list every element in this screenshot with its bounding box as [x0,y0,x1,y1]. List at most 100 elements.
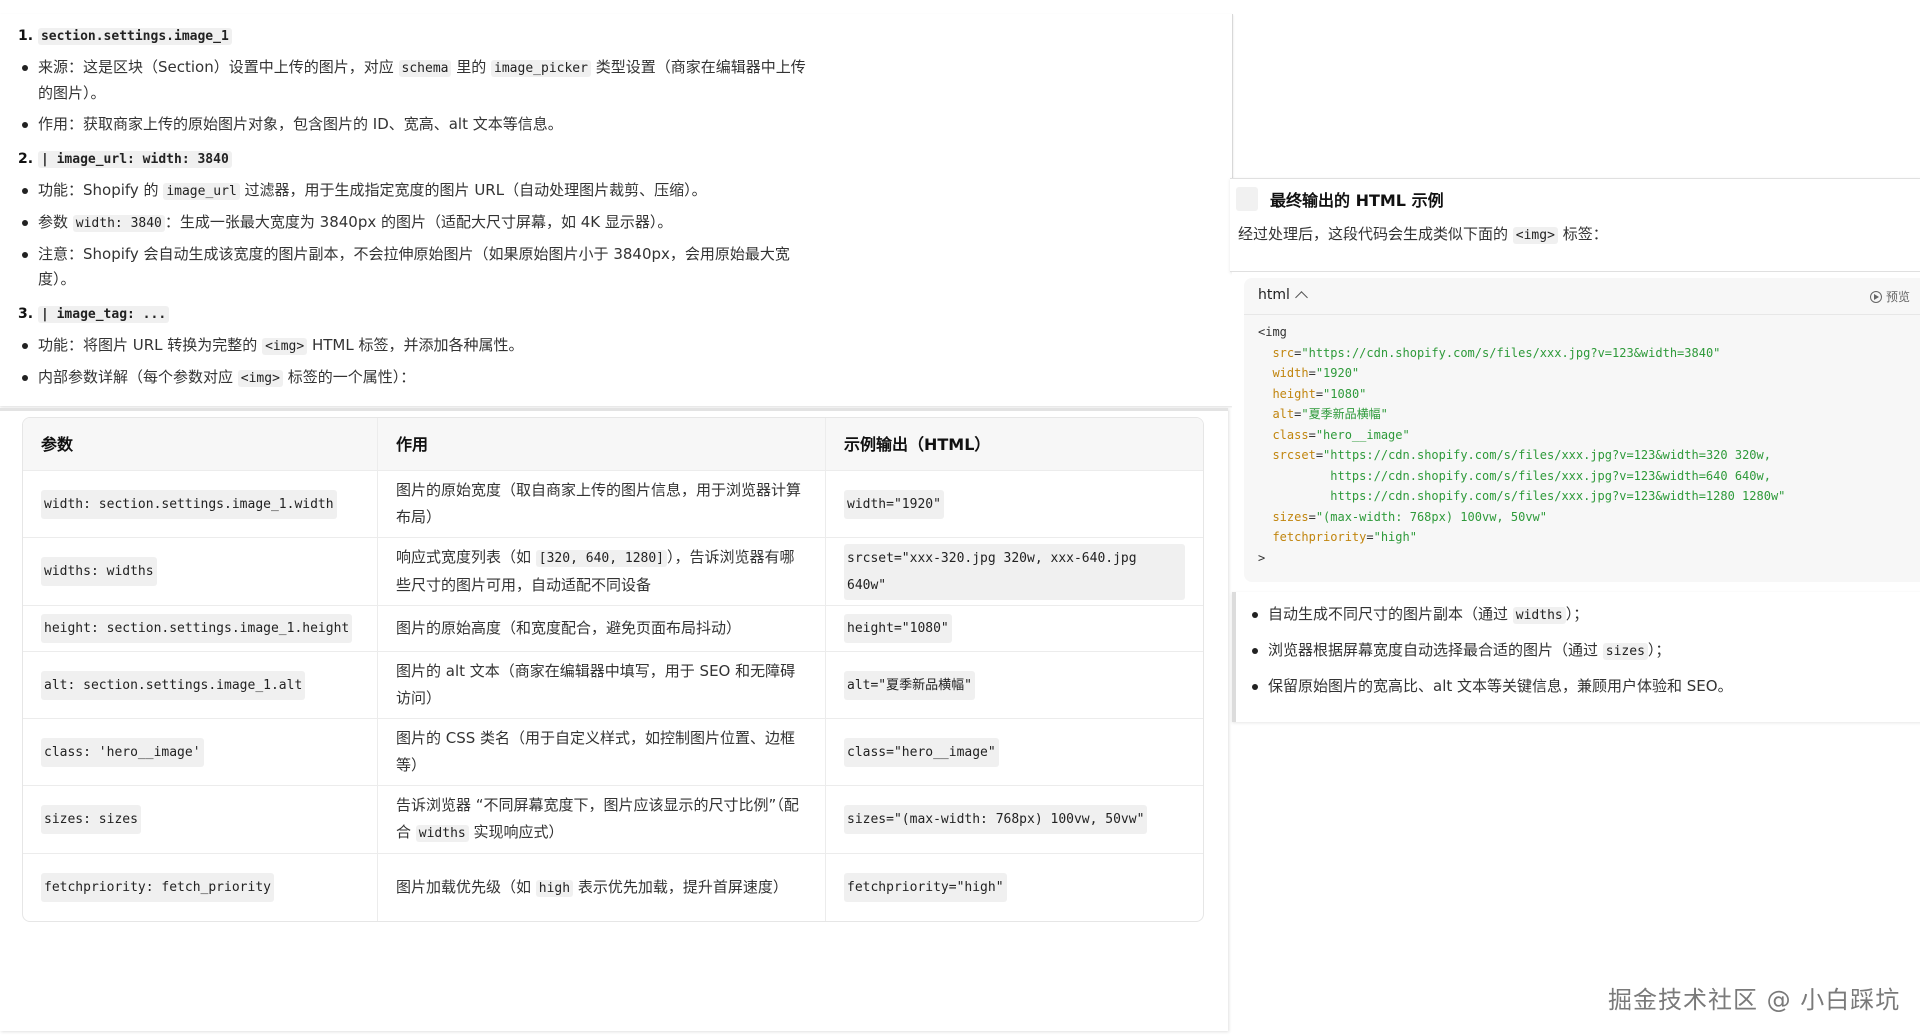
bullet-item: 内部参数详解（每个参数对应 <img> 标签的一个属性）： [18,365,818,391]
param-code: widths: widths [41,557,157,586]
bullet-text: 标签的一个属性）： [282,368,416,386]
list-number: 2. [18,151,34,167]
table-row: fetchpriority: fetch_priority 图片加载优先级（如 … [23,853,1203,921]
bullet-item: 参数 width: 3840 ：生成一张最大宽度为 3840px 的图片（适配大尺… [18,210,818,236]
output-code: sizes="(max-width: 768px) 100vw, 50vw" [844,805,1148,834]
summary-list: 自动生成不同尺寸的图片副本（通过 widths）； 浏览器根据屏幕宽度自动选择最… [1248,602,1908,708]
heading-text: 最终输出的 HTML 示例 [1270,191,1444,210]
param-cell: sizes: sizes [23,786,377,853]
inline-code: schema [398,60,452,77]
effect-cell: 告诉浏览器 “不同屏幕宽度下，图片应该显示的尺寸比例”（配合 widths 实现… [377,786,825,853]
section-heading: 最终输出的 HTML 示例 [1236,187,1444,211]
inline-code: widths [415,825,469,842]
inline-code: image_url [163,183,240,200]
bullet-item: 功能：将图片 URL 转换为完整的 <img> HTML 标签，并添加各种属性。 [18,333,818,359]
table-row: widths: widths 响应式宽度列表（如 [320, 640, 1280… [23,537,1203,605]
param-cell: widths: widths [23,538,377,605]
code-tag-open: <img [1258,325,1287,339]
preview-button[interactable]: 预览 [1869,288,1910,305]
inline-code: image_picker [491,60,591,77]
code-attr-name: height [1272,386,1316,401]
list-item: 自动生成不同尺寸的图片副本（通过 widths）； [1248,602,1908,628]
output-cell: width="1920" [825,471,1203,537]
list-number: 3. [18,306,34,322]
list-item-text: 自动生成不同尺寸的图片副本（通过 [1268,605,1513,623]
output-cell: height="1080" [825,606,1203,651]
bullet-text: 注意：Shopify 会自动生成该宽度的图片副本，不会拉伸原始图片（如果原始图片… [38,245,790,288]
param-code: height: section.settings.image_1.height [41,614,353,643]
bullet-text: 里的 [451,58,492,76]
code-toolbar: html 预览 [1244,278,1920,315]
list-item-text: 保留原始图片的宽高比、alt 文本等关键信息，兼顾用户体验和 SEO。 [1268,677,1733,695]
code-attr-value: "(max-width: 768px) 100vw, 50vw" [1315,509,1547,524]
bullet-text: 内部参数详解（每个参数对应 [38,368,238,386]
output-code: alt="夏季新品横幅" [844,670,975,700]
param-cell: height: section.settings.image_1.height [23,606,377,651]
param-code: width: section.settings.image_1.width [41,489,337,519]
numbered-heading-1: 1. section.settings.image_1 [18,26,818,47]
output-cell: alt="夏季新品横幅" [825,652,1203,718]
param-code: fetchpriority: fetch_priority [41,873,274,902]
inline-code: <img> [237,370,283,387]
play-circle-icon [1869,290,1882,303]
bullet-item: 来源：这是区块（Section）设置中上传的图片，对应 schema 里的 im… [18,55,818,106]
output-code: class="hero__image" [844,737,999,767]
list-number: 1. [18,28,34,44]
effect-text: 表示优先加载，提升首屏速度） [573,877,788,896]
effect-cell: 图片加载优先级（如 high 表示优先加载，提升首屏速度） [377,854,825,921]
bullet-text: 作用：获取商家上传的原始图片对象，包含图片的 ID、宽高、alt 文本等信息。 [38,115,563,133]
bullet-text: 过滤器，用于生成指定宽度的图片 URL（自动处理图片裁剪、压缩）。 [239,181,707,199]
inline-code: [320, 640, 1280] [535,550,668,567]
description-text: 标签： [1557,225,1608,243]
code-block: html 预览 <img src="https://cdn.shopify.co… [1244,278,1920,582]
heading-marker-icon [1236,187,1258,211]
param-cell: fetchpriority: fetch_priority [23,854,377,921]
chevron-up-icon [1295,291,1308,304]
code-attr-value: "high" [1373,530,1417,544]
param-cell: class: 'hero__image' [23,719,377,785]
code-content: <img src="https://cdn.shopify.com/s/file… [1258,325,1786,565]
code-attr-value: "hero__image" [1315,427,1410,442]
bullet-item: 功能：Shopify 的 image_url 过滤器，用于生成指定宽度的图片 U… [18,178,818,204]
bullet-text: HTML 标签，并添加各种属性。 [307,336,524,354]
inline-code: section.settings.image_1 [37,28,232,45]
preview-label: 预览 [1885,290,1910,304]
bullet-item: 注意：Shopify 会自动生成该宽度的图片副本，不会拉伸原始图片（如果原始图片… [18,242,818,292]
params-table-panel: 参数 作用 示例输出（HTML） width: section.settings… [0,408,1228,1031]
inline-code: width: 3840 [72,215,165,232]
effect-cell: 图片的原始宽度（取自商家上传的图片信息，用于浏览器计算布局） [377,471,825,537]
description-text: 经过处理后，这段代码会生成类似下面的 [1238,225,1513,243]
inline-code: <img> [1512,227,1558,244]
output-cell: class="hero__image" [825,719,1203,785]
code-language-toggle[interactable]: html [1258,287,1308,304]
inline-code: widths [1512,607,1566,624]
effect-text: 实现响应式） [468,823,564,841]
code-attr-name: width [1272,366,1309,380]
code-attr-value: "1920" [1315,366,1360,380]
code-attr-name: fetchpriority [1272,530,1367,544]
list-item-text: ）； [1647,641,1671,659]
table-row: alt: section.settings.image_1.alt 图片的 al… [23,651,1203,718]
bullet-text: 参数 [38,213,73,231]
code-attr-value: "https://cdn.shopify.com/s/files/xxx.jpg… [1323,448,1771,462]
param-code: sizes: sizes [41,805,141,834]
code-attr-value: "夏季新品横幅" [1301,407,1388,421]
output-code: width="1920" [844,489,944,519]
code-attr-name: sizes [1272,509,1309,524]
notes-panel: 1. section.settings.image_1 来源：这是区块（Sect… [0,14,1233,406]
effect-cell: 图片的 alt 文本（商家在编辑器中填写，用于 SEO 和无障碍访问） [377,652,825,718]
bullet-text: 功能：将图片 URL 转换为完整的 [38,336,263,354]
output-code: srcset="xxx-320.jpg 320w, xxx-640.jpg 64… [844,543,1185,600]
code-attr-name: src [1272,345,1295,360]
list-item-text: ）； [1565,605,1589,623]
code-attr-name: class [1272,427,1309,442]
code-attr-value: "1080" [1323,386,1367,401]
param-code: class: 'hero__image' [41,737,204,767]
output-code: height="1080" [844,614,952,643]
inline-code: high [535,879,574,897]
output-cell: sizes="(max-width: 768px) 100vw, 50vw" [825,786,1203,853]
list-item: 保留原始图片的宽高比、alt 文本等关键信息，兼顾用户体验和 SEO。 [1248,674,1908,698]
effect-cell: 图片的 CSS 类名（用于自定义样式，如控制图片位置、边框等） [377,719,825,785]
numbered-heading-2: 2. | image_url: width: 3840 [18,149,818,170]
effect-cell: 响应式宽度列表（如 [320, 640, 1280] ），告诉浏览器有哪些尺寸的图… [377,538,825,605]
